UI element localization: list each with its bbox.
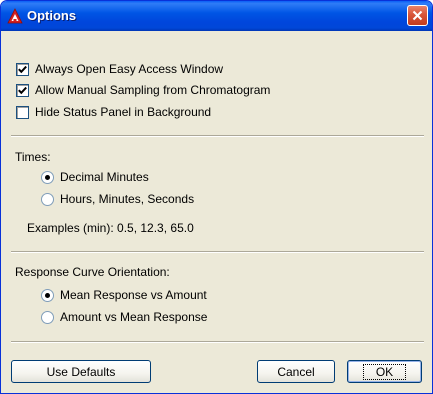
checkbox[interactable] xyxy=(16,62,29,76)
checkbox-label: Allow Manual Sampling from Chromatogram xyxy=(35,83,271,97)
separator xyxy=(11,341,424,343)
radio-decimal-minutes[interactable]: Decimal Minutes xyxy=(41,169,149,185)
cancel-button[interactable]: Cancel xyxy=(257,360,335,383)
use-defaults-button[interactable]: Use Defaults xyxy=(11,360,151,383)
radio-label: Mean Response vs Amount xyxy=(60,288,207,302)
app-logo-icon xyxy=(7,8,23,24)
close-button[interactable] xyxy=(407,5,428,26)
separator xyxy=(11,135,424,137)
times-heading: Times: xyxy=(15,150,51,164)
option-always-open-easy-access[interactable]: Always Open Easy Access Window xyxy=(16,61,223,77)
radio-label: Amount vs Mean Response xyxy=(60,310,208,324)
checkmark-icon xyxy=(18,86,27,94)
radio-amount-vs-mean-response[interactable]: Amount vs Mean Response xyxy=(41,309,207,325)
checkbox[interactable] xyxy=(16,83,29,97)
checkbox-label: Hide Status Panel in Background xyxy=(35,105,212,119)
window-title: Options xyxy=(27,8,77,23)
ok-button-label: OK xyxy=(362,363,407,380)
checkbox[interactable] xyxy=(16,105,29,119)
option-allow-manual-sampling[interactable]: Allow Manual Sampling from Chromatogram xyxy=(16,82,270,98)
separator xyxy=(11,251,424,253)
radio-label: Hours, Minutes, Seconds xyxy=(60,192,195,206)
radio-mean-response-vs-amount[interactable]: Mean Response vs Amount xyxy=(41,287,207,303)
ok-button[interactable]: OK xyxy=(347,360,422,383)
checkmark-icon xyxy=(18,65,27,73)
radio-button[interactable] xyxy=(41,310,54,324)
radio-button[interactable] xyxy=(41,170,54,184)
checkbox-label: Always Open Easy Access Window xyxy=(35,62,224,76)
options-dialog: Options Always Open Easy Access Window A… xyxy=(0,0,433,394)
title-bar[interactable]: Options xyxy=(1,1,432,31)
time-examples: Examples (min): 0.5, 12.3, 65.0 xyxy=(27,221,194,235)
response-curve-heading: Response Curve Orientation: xyxy=(15,265,170,279)
radio-button[interactable] xyxy=(41,192,54,206)
radio-button[interactable] xyxy=(41,288,54,302)
radio-hours-minutes-seconds[interactable]: Hours, Minutes, Seconds xyxy=(41,191,194,207)
radio-label: Decimal Minutes xyxy=(60,170,149,184)
close-icon xyxy=(412,10,423,21)
option-hide-status-panel[interactable]: Hide Status Panel in Background xyxy=(16,104,211,120)
